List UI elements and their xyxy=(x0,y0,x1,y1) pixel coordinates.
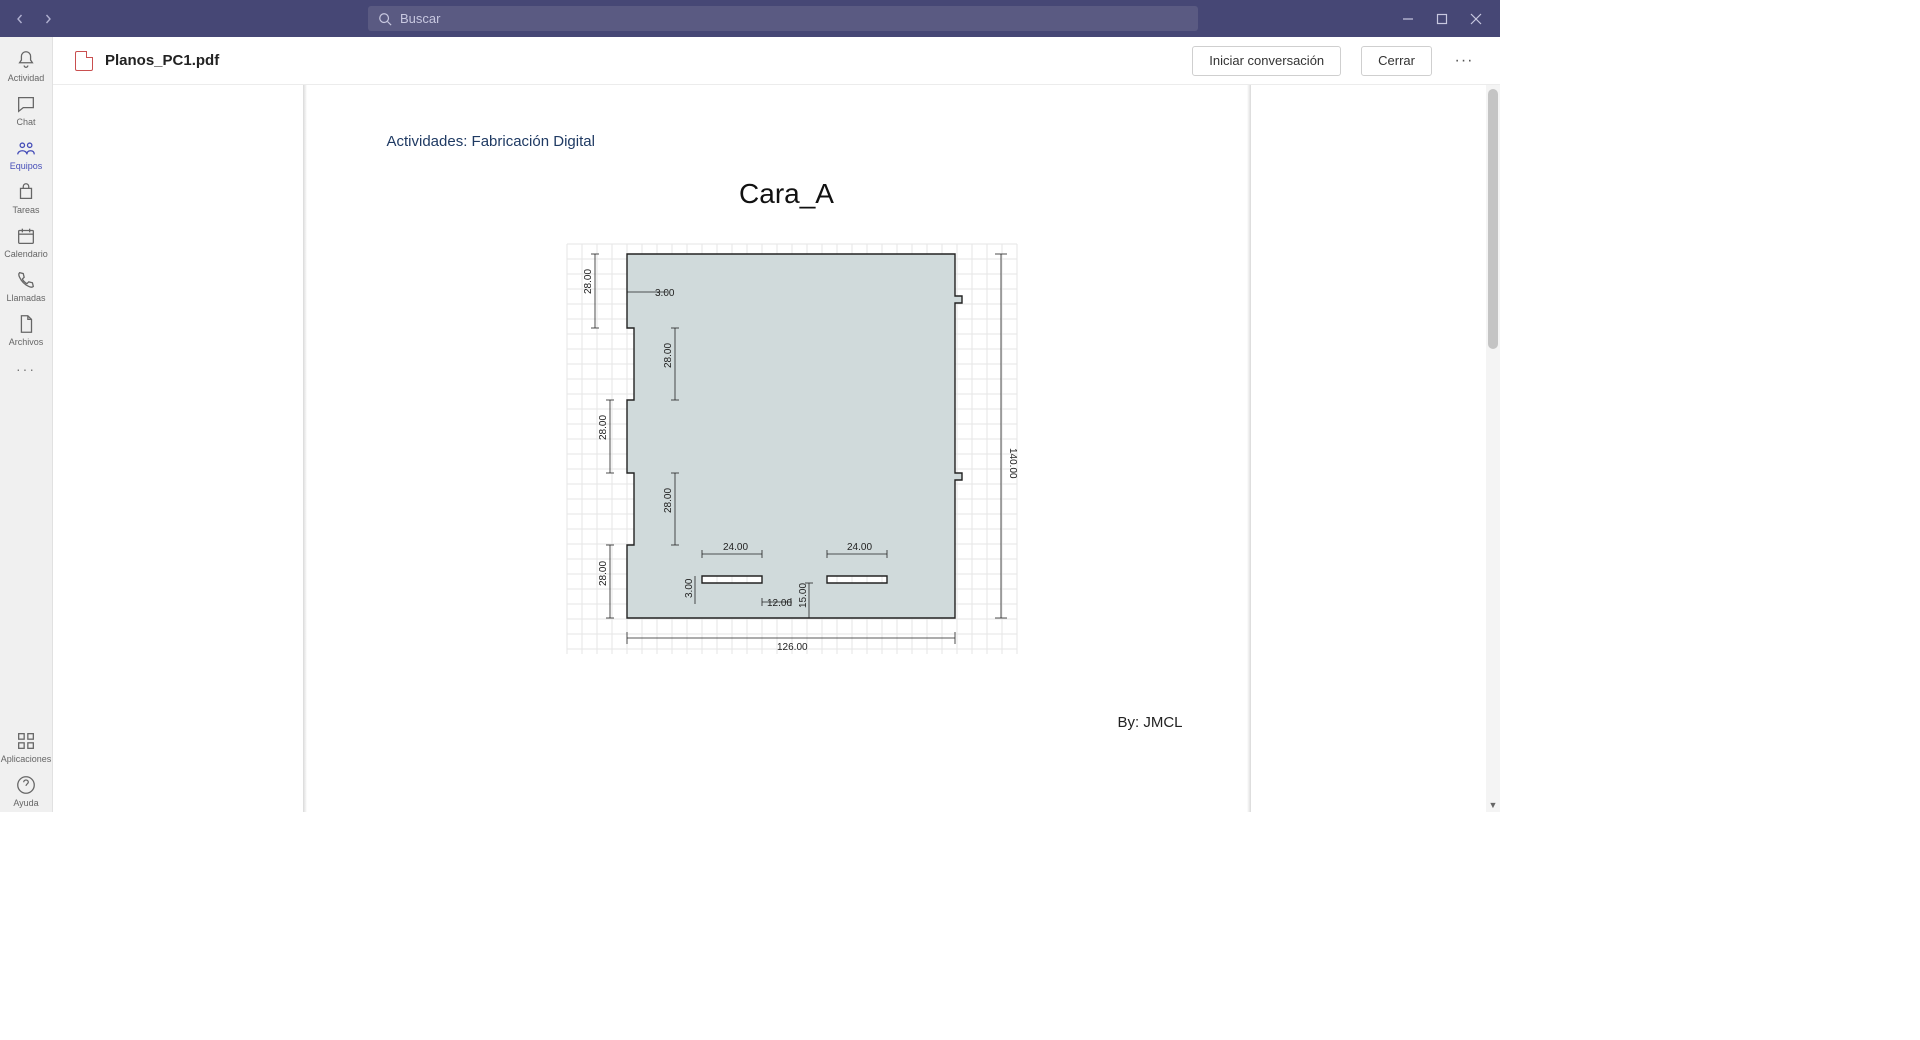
rail-label: Aplicaciones xyxy=(1,754,52,764)
nav-back-button[interactable] xyxy=(8,7,32,31)
bag-icon xyxy=(15,181,37,203)
svg-text:28.00: 28.00 xyxy=(598,561,609,586)
svg-text:140.00: 140.00 xyxy=(1007,448,1018,479)
svg-text:15.00: 15.00 xyxy=(798,583,809,608)
svg-text:28.00: 28.00 xyxy=(663,343,674,368)
rail-item-archivos[interactable]: Archivos xyxy=(0,307,52,351)
rail-label: Ayuda xyxy=(13,798,38,808)
search-placeholder: Buscar xyxy=(400,11,440,26)
window-close-button[interactable] xyxy=(1460,5,1492,33)
apps-icon xyxy=(15,730,37,752)
calendar-icon xyxy=(15,225,37,247)
rail-item-chat[interactable]: Chat xyxy=(0,87,52,131)
svg-text:24.00: 24.00 xyxy=(847,542,872,553)
file-icon xyxy=(15,313,37,335)
byline: By: JMCL xyxy=(387,714,1187,731)
rail-more-button[interactable]: ··· xyxy=(0,351,52,387)
search-icon xyxy=(378,12,392,26)
close-button[interactable]: Cerrar xyxy=(1361,46,1432,76)
app-rail: Actividad Chat Equipos Tareas Calendario… xyxy=(0,37,53,812)
header-more-button[interactable]: ··· xyxy=(1450,52,1478,70)
scroll-down-icon[interactable]: ▼ xyxy=(1486,798,1500,812)
document-viewer: Actividades: Fabricación Digital Cara_A xyxy=(53,85,1500,812)
rail-label: Archivos xyxy=(9,337,44,347)
help-icon xyxy=(15,774,37,796)
document-header: Planos_PC1.pdf Iniciar conversación Cerr… xyxy=(53,37,1500,85)
rail-label: Actividad xyxy=(8,73,45,83)
page-heading: Actividades: Fabricación Digital xyxy=(387,133,1187,150)
phone-icon xyxy=(15,269,37,291)
scrollbar[interactable]: ▲ ▼ xyxy=(1486,85,1500,812)
bell-icon xyxy=(15,49,37,71)
rail-item-aplicaciones[interactable]: Aplicaciones xyxy=(0,724,52,768)
svg-text:28.00: 28.00 xyxy=(583,269,594,294)
rail-item-llamadas[interactable]: Llamadas xyxy=(0,263,52,307)
rail-label: Equipos xyxy=(10,161,43,171)
technical-drawing: 28.00 28.00 28.00 28.00 28.00 3.00 24.00… xyxy=(387,234,1187,674)
team-icon xyxy=(15,137,37,159)
svg-text:24.00: 24.00 xyxy=(723,542,748,553)
rail-label: Calendario xyxy=(4,249,48,259)
rail-item-equipos[interactable]: Equipos xyxy=(0,131,52,175)
rail-label: Chat xyxy=(16,117,35,127)
start-conversation-button[interactable]: Iniciar conversación xyxy=(1192,46,1341,76)
window-maximize-button[interactable] xyxy=(1426,5,1458,33)
search-input[interactable]: Buscar xyxy=(368,6,1198,31)
rail-item-actividad[interactable]: Actividad xyxy=(0,43,52,87)
document-title: Planos_PC1.pdf xyxy=(105,52,219,69)
svg-text:12.00: 12.00 xyxy=(767,598,792,609)
document-page: Actividades: Fabricación Digital Cara_A xyxy=(307,85,1247,812)
rail-item-tareas[interactable]: Tareas xyxy=(0,175,52,219)
window-minimize-button[interactable] xyxy=(1392,5,1424,33)
svg-text:126.00: 126.00 xyxy=(777,642,808,653)
rail-label: Tareas xyxy=(12,205,39,215)
nav-forward-button[interactable] xyxy=(36,7,60,31)
rail-item-ayuda[interactable]: Ayuda xyxy=(0,768,52,812)
svg-text:3.00: 3.00 xyxy=(684,578,695,598)
drawing-title: Cara_A xyxy=(387,178,1187,210)
svg-text:3.00: 3.00 xyxy=(655,288,675,299)
title-bar: Buscar xyxy=(0,0,1500,37)
rail-label: Llamadas xyxy=(6,293,45,303)
pdf-icon xyxy=(75,51,93,71)
chat-icon xyxy=(15,93,37,115)
svg-text:28.00: 28.00 xyxy=(598,415,609,440)
scroll-thumb[interactable] xyxy=(1488,89,1498,349)
rail-item-calendario[interactable]: Calendario xyxy=(0,219,52,263)
svg-text:28.00: 28.00 xyxy=(663,488,674,513)
